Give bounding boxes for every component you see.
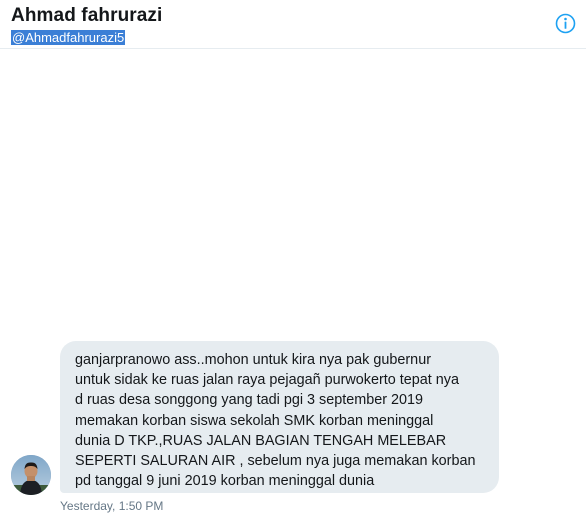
- dm-conversation: Ahmad fahrurazi @Ahmadfahrurazi5 ganjarp…: [0, 0, 586, 516]
- message-timestamp: Yesterday, 1:50 PM: [60, 499, 164, 513]
- message-bubble[interactable]: ganjarpranowo ass..mohon untuk kira nya …: [60, 341, 499, 493]
- message-row: ganjarpranowo ass..mohon untuk kira nya …: [0, 0, 586, 516]
- avatar-photo-icon: [11, 455, 51, 495]
- avatar[interactable]: [11, 455, 51, 495]
